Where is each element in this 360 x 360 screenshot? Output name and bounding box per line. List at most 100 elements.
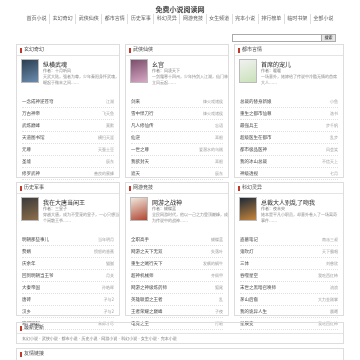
book-list-item[interactable]: 鬼吹灯 天下霸唱 (240, 246, 338, 258)
category-title[interactable]: 历史军事 (24, 183, 44, 194)
book-title-link[interactable]: 大秦帝国 (22, 285, 40, 291)
book-list-item[interactable]: 一念成神逆苍穹 江湖 (22, 96, 114, 108)
book-list-item[interactable]: 武炼巅峰 莫默 (22, 120, 114, 132)
book-list-item[interactable]: 总裁的替身新娘 小鱼 (240, 96, 338, 108)
book-title-link[interactable]: 我的冰山总裁 (240, 159, 267, 165)
book-title-link[interactable]: 遮天 (131, 171, 140, 177)
book-list-item[interactable]: 三体 刘慈欣 (240, 258, 338, 270)
book-title-link[interactable]: 末世之黑暗召唤师 (240, 285, 276, 291)
nav-item[interactable]: 都市言情 (102, 14, 129, 24)
book-title-link[interactable]: 三体 (240, 261, 249, 267)
book-title-link[interactable]: 剑来 (131, 99, 140, 105)
book-title-link[interactable]: 总裁的替身新娘 (240, 99, 272, 105)
book-list-item[interactable]: 雪中悍刀行 烽火戏诸侯 (131, 108, 223, 120)
nav-item[interactable]: 历史军事 (128, 14, 155, 24)
featured-book[interactable]: 幺宫 作者：风凌天下 一剑霜寒十四州，少年持剑入江湖，仙门林立风云起…… (126, 56, 228, 96)
book-title-link[interactable]: 重生之贼行天下 (131, 261, 163, 267)
book-list-item[interactable]: 汉乡 孑与2 (22, 306, 114, 318)
book-title-link[interactable]: 都市极品医神 (240, 147, 267, 153)
book-list-item[interactable]: 王者荣耀之巅峰 子夜 (131, 306, 223, 318)
book-cover-image[interactable] (130, 197, 148, 221)
book-title-link[interactable]: 唐砖 (22, 297, 31, 303)
book-title-link[interactable]: 盗墓笔记 (240, 237, 258, 243)
search-button[interactable]: 搜索 (322, 34, 336, 42)
book-list-item[interactable]: 都市极品医神 风会笑 (240, 144, 338, 156)
book-list-item[interactable]: 超级医生在都市 乱步 (240, 132, 338, 144)
book-title-link[interactable]: 一世之尊 (131, 147, 149, 153)
book-title-link[interactable]: 元尊 (22, 147, 31, 153)
search-input[interactable] (232, 34, 322, 42)
featured-book[interactable]: 纵横武魂 作者：十月听风 天武大陆，强者为尊，少年秦阳身怀武魂，崛起于微末之间…… (17, 56, 119, 96)
book-cover-image[interactable] (21, 197, 39, 221)
book-list-item[interactable]: 万古神帝 飞天鱼 (22, 108, 114, 120)
book-list-item[interactable]: 网游之神级炼药师 狐尾 (131, 282, 223, 294)
book-list-item[interactable]: 凡人修仙传 忘语 (131, 120, 223, 132)
nav-item[interactable]: 首页小说 (24, 14, 51, 24)
book-title-link[interactable]: 我的诡异人生 (240, 309, 267, 315)
book-cover-image[interactable] (239, 197, 257, 221)
featured-book[interactable]: 首席的宠儿 作者：暖暖 一场意外，她嫁给了传说中冷酷无情的首席大人…… (235, 56, 343, 96)
book-title-link[interactable]: 庆余年 (22, 261, 36, 267)
book-list-item[interactable]: 茅山后裔 大力金刚掌 (240, 294, 338, 306)
category-title[interactable]: 科幻灵异 (242, 183, 262, 194)
book-list-item[interactable]: 庆余年 猫腻 (22, 258, 114, 270)
book-list-item[interactable]: 一世之尊 爱潜水的乌贼 (131, 144, 223, 156)
nav-item[interactable]: 完本小说 (233, 14, 259, 24)
book-list-item[interactable]: 大秦帝国 孙皓晖 (22, 282, 114, 294)
book-title-link[interactable]: 明朝那些事儿 (22, 237, 49, 243)
nav-item[interactable]: 女生频道 (207, 14, 233, 24)
book-list-item[interactable]: 吞噬星空 我吃西红柿 (240, 270, 338, 282)
category-title[interactable]: 玄幻奇幻 (24, 45, 44, 56)
book-title-link[interactable]: 凡人修仙传 (131, 123, 154, 129)
book-list-item[interactable]: 超神机械师 齐佩甲 (131, 270, 223, 282)
book-list-item[interactable]: 重生之贼行天下 发飙的蜗牛 (131, 258, 223, 270)
nav-item[interactable]: 武侠仙侠 (76, 14, 103, 24)
featured-book[interactable]: 我在大唐当闲王 作者：三皇子 穿越大唐，成为不受宠的皇子，一心只想当个闲散王爷…… (17, 194, 119, 234)
recent-update-links[interactable]: 玄幻小说 · 武侠小说 · 都市小说 · 历史小说 · 网游小说 · 科幻小说 … (22, 336, 177, 342)
book-list-item[interactable]: 明朝那些事儿 当年明月 (22, 234, 114, 246)
book-title-link[interactable]: 英雄联盟之王者 (131, 297, 163, 303)
category-title[interactable]: 都市言情 (242, 45, 262, 56)
book-title-link[interactable]: 修罗武神 (22, 171, 40, 177)
nav-item[interactable]: 网游竞技 (180, 14, 207, 24)
book-list-item[interactable]: 英雄联盟之王者 乱 (131, 294, 223, 306)
book-title-link[interactable]: 圣墟 (22, 159, 31, 165)
book-list-item[interactable]: 回到明朝当王爷 月关 (22, 270, 114, 282)
book-title-link[interactable]: 仙逆 (131, 135, 140, 141)
book-title-link[interactable]: 雪中悍刀行 (131, 111, 154, 117)
book-title-link[interactable]: 赘婿 (22, 249, 31, 255)
featured-book[interactable]: 网游之战神 作者：蝴蝶蓝 全民网游时代，他以一己之力登顶巅峰，成为传说中的战神…… (126, 194, 228, 234)
book-list-item[interactable]: 遮天 辰东 (131, 168, 223, 180)
book-list-item[interactable]: 全职高手 蝴蝶蓝 (131, 234, 223, 246)
book-list-item[interactable]: 最强兵王 步千帆 (240, 120, 338, 132)
nav-item[interactable]: 排行榜单 (259, 14, 285, 24)
book-title-link[interactable]: 天道图书馆 (22, 135, 45, 141)
book-cover-image[interactable] (130, 59, 148, 83)
book-list-item[interactable]: 我的诡异人生 晨曦 (240, 306, 338, 318)
book-list-item[interactable]: 赘婿 愤怒的香蕉 (22, 246, 114, 258)
nav-item[interactable]: 全部小说 (311, 14, 336, 24)
book-title-link[interactable]: 武炼巅峰 (22, 123, 40, 129)
book-title-link[interactable]: 我欲封天 (131, 159, 149, 165)
book-title-link[interactable]: 吞噬星空 (240, 273, 258, 279)
book-list-item[interactable]: 我欲封天 耳根 (131, 156, 223, 168)
book-cover-image[interactable] (239, 59, 257, 83)
book-title-link[interactable]: 汉乡 (22, 309, 31, 315)
book-title-link[interactable]: 万古神帝 (22, 111, 40, 117)
book-list-item[interactable]: 修罗武神 善良的蜜蜂 (22, 168, 114, 180)
featured-book[interactable]: 总裁大人别乱了吻我 作者：夜未央 她本是平凡小职员，却意外卷入了一场离奇事件…… (235, 194, 343, 234)
book-list-item[interactable]: 唐砖 孑与2 (22, 294, 114, 306)
book-title-link[interactable]: 重生之都市仙尊 (240, 111, 272, 117)
nav-item[interactable]: 临时书架 (285, 14, 311, 24)
category-title[interactable]: 武侠仙侠 (133, 45, 153, 56)
book-cover-image[interactable] (21, 59, 39, 83)
book-list-item[interactable]: 网游之天下无双 失落叶 (131, 246, 223, 258)
book-title-link[interactable]: 一念成神逆苍穹 (22, 99, 54, 105)
book-title-link[interactable]: 鬼吹灯 (240, 249, 254, 255)
book-list-item[interactable]: 末世之黑暗召唤师 流浪 (240, 282, 338, 294)
book-title-link[interactable]: 全职高手 (131, 237, 149, 243)
book-list-item[interactable]: 盗墓笔记 南派三叔 (240, 234, 338, 246)
nav-item[interactable]: 玄幻奇幻 (50, 14, 77, 24)
book-list-item[interactable]: 剑来 烽火戏诸侯 (131, 96, 223, 108)
book-list-item[interactable]: 圣墟 辰东 (22, 156, 114, 168)
